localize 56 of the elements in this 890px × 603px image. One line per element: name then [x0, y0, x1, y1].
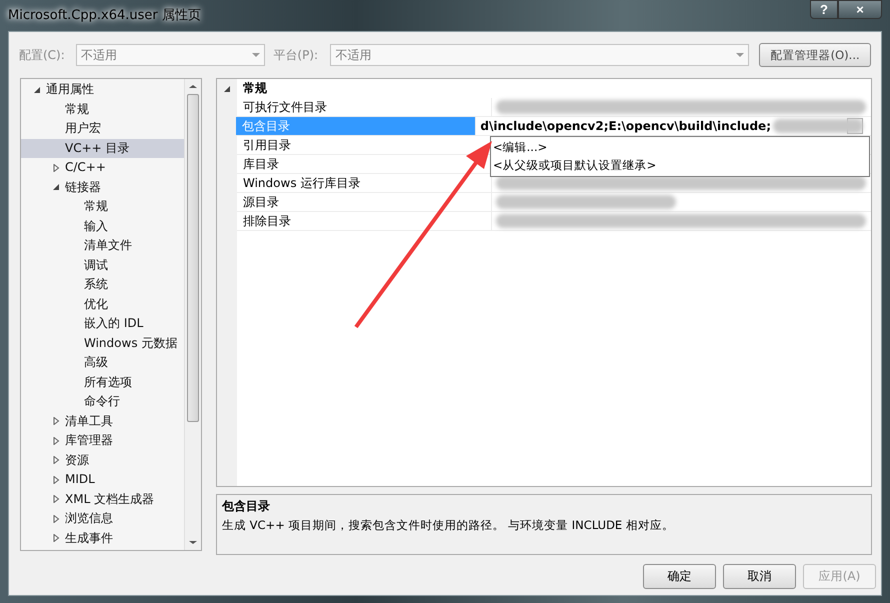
tree-item[interactable]: MIDL [65, 472, 95, 488]
tree-item[interactable]: 高级 [84, 355, 108, 370]
configuration-manager-button[interactable]: 配置管理器(O)... [759, 43, 872, 67]
tree-item[interactable]: 库管理器 [65, 433, 113, 448]
dialog-button[interactable]: 确定 [643, 564, 716, 589]
expand-icon[interactable] [53, 514, 60, 523]
help-button[interactable]: ? [810, 0, 838, 19]
category-label: 常规 [242, 80, 267, 97]
tree-item[interactable]: 链接器 [65, 180, 101, 195]
expand-icon[interactable] [53, 164, 60, 172]
collapse-icon[interactable] [53, 183, 60, 192]
tree-item[interactable]: 清单文件 [84, 238, 132, 254]
tree-item[interactable]: 常规 [84, 199, 108, 214]
dialog-button[interactable]: 取消 [723, 564, 796, 589]
description-text: 生成 VC++ 项目期间，搜索包含文件时使用的路径。 与环境变量 INCLUDE 相对应。 [222, 518, 675, 533]
tree-item[interactable]: C/C++ [65, 160, 106, 176]
tree-item[interactable]: 命令行 [84, 394, 120, 410]
tree-item[interactable]: 生成事件 [65, 530, 113, 546]
collapse-icon[interactable] [34, 86, 41, 94]
tree-item[interactable]: 输入 [84, 218, 108, 234]
scrollbar[interactable] [184, 79, 201, 550]
expand-icon[interactable] [53, 476, 60, 484]
window-title: Microsoft.Cpp.x64.user 属性页 [8, 7, 201, 24]
expand-icon[interactable] [53, 495, 60, 504]
value-field[interactable]: d\include\opencv2;E:\opencv\build\include; [480, 117, 863, 135]
tree-item[interactable]: Windows 元数据 [84, 336, 178, 351]
tree-item[interactable]: 所有选项 [84, 374, 132, 390]
description-title: 包含目录 [222, 498, 271, 515]
dropdown-option[interactable]: <从父级或项目默认设置继承> [491, 156, 869, 174]
scroll-down-icon[interactable] [189, 541, 197, 544]
close-button[interactable]: × [838, 0, 882, 19]
scroll-thumb[interactable] [187, 94, 199, 422]
property-name[interactable]: Windows 运行库目录 [237, 174, 491, 193]
field-label: 平台(P): [273, 46, 320, 64]
tree-item[interactable]: 系统 [84, 277, 108, 292]
tree-item[interactable]: 常规 [65, 102, 89, 117]
expand-icon[interactable] [53, 456, 60, 464]
expand-icon[interactable] [53, 436, 60, 445]
tree-item[interactable]: 调试 [84, 258, 108, 273]
scroll-up-icon[interactable] [189, 85, 197, 88]
tree-item[interactable]: 用户宏 [65, 121, 101, 136]
tree-item[interactable]: 浏览信息 [65, 511, 113, 526]
tree-item[interactable]: 资源 [65, 452, 89, 468]
tree-item[interactable]: 清单工具 [65, 414, 113, 429]
tree-item[interactable]: 通用属性 [46, 82, 94, 98]
field-label: 配置(C): [19, 46, 66, 64]
collapse-icon[interactable] [224, 84, 230, 92]
expand-icon[interactable] [53, 417, 60, 426]
dropdown-option[interactable]: <编辑...> [491, 138, 869, 156]
property-name[interactable]: 源目录 [237, 193, 491, 212]
expand-icon[interactable] [53, 534, 60, 542]
property-name[interactable]: 排除目录 [237, 212, 491, 231]
tree-item[interactable]: VC++ 目录 [65, 140, 130, 156]
tree-item[interactable]: XML 文档生成器 [65, 492, 154, 507]
tree-item[interactable]: 优化 [84, 296, 108, 312]
tree-item[interactable]: 嵌入的 IDL [84, 316, 144, 332]
